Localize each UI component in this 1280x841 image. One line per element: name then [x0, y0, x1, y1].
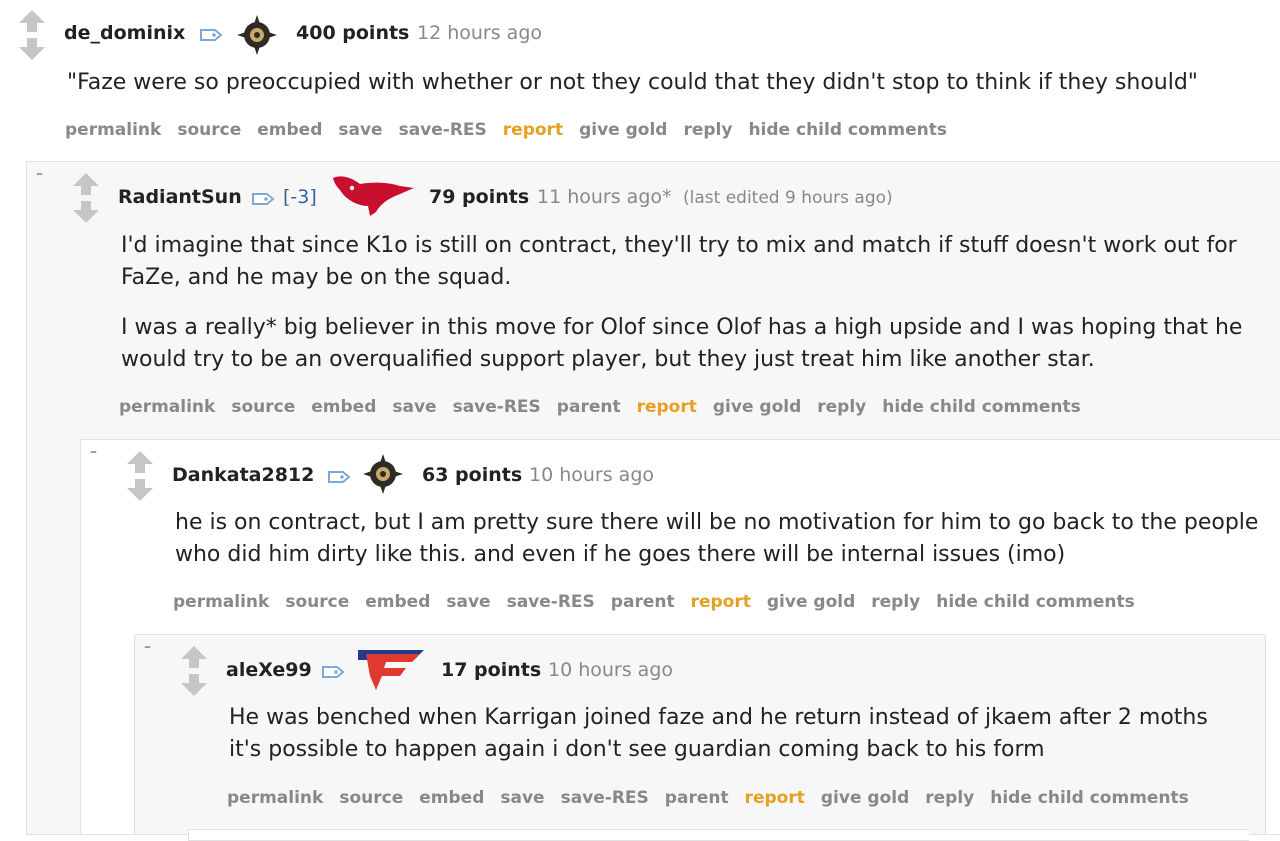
parent-link[interactable]: parent — [665, 788, 729, 808]
downvote-arrow-icon[interactable] — [73, 201, 99, 223]
comment-actions: permalink source embed save save-RES parent re… — [227, 788, 1205, 808]
comment-time: 10 hours ago — [529, 464, 655, 486]
comment-points: 400 points — [296, 22, 410, 44]
nip-flair-icon — [363, 454, 403, 494]
user-tag-icon[interactable] — [199, 27, 223, 43]
embed-link[interactable]: embed — [365, 592, 430, 612]
edited-note: (last edited 9 hours ago) — [683, 188, 893, 208]
save-res-link[interactable]: save-RES — [399, 120, 487, 140]
comment-author[interactable]: Dankata2812 — [172, 464, 314, 486]
comment-points: 63 points — [422, 464, 523, 486]
comment-time: 10 hours ago — [548, 659, 674, 681]
permalink-link[interactable]: permalink — [119, 397, 215, 417]
reply-link[interactable]: reply — [925, 788, 974, 808]
permalink-link[interactable]: permalink — [65, 120, 161, 140]
give-gold-link[interactable]: give gold — [579, 120, 667, 140]
save-link[interactable]: save — [338, 120, 382, 140]
vote-arrows — [19, 10, 45, 60]
collapse-toggle[interactable]: – — [90, 444, 97, 460]
comment-actions: permalink source embed save save-RES parent re… — [173, 592, 1151, 612]
child-comment-box — [188, 829, 1249, 841]
mousesports-flair-icon — [333, 176, 414, 216]
source-link[interactable]: source — [285, 592, 349, 612]
hide-child-comments-link[interactable]: hide child comments — [936, 592, 1135, 612]
comment-paragraph: I'd imagine that since K1o is still on c… — [121, 233, 1237, 290]
user-tag-score: [-3] — [283, 186, 317, 208]
user-tag-icon[interactable] — [251, 191, 275, 207]
give-gold-link[interactable]: give gold — [767, 592, 855, 612]
reply-link[interactable]: reply — [871, 592, 920, 612]
faze-flair-icon — [358, 650, 424, 690]
reply-link[interactable]: reply — [817, 397, 866, 417]
save-link[interactable]: save — [392, 397, 436, 417]
report-link[interactable]: report — [691, 592, 751, 612]
comment-actions: permalink source embed save save-RES parent re… — [119, 397, 1097, 417]
save-res-link[interactable]: save-RES — [561, 788, 649, 808]
comment-author[interactable]: aleXe99 — [226, 659, 312, 681]
save-link[interactable]: save — [500, 788, 544, 808]
upvote-arrow-icon[interactable] — [73, 173, 99, 195]
source-link[interactable]: source — [177, 120, 241, 140]
source-link[interactable]: source — [339, 788, 403, 808]
hide-child-comments-link[interactable]: hide child comments — [882, 397, 1081, 417]
source-link[interactable]: source — [231, 397, 295, 417]
report-link[interactable]: report — [503, 120, 563, 140]
vote-arrows — [73, 173, 99, 223]
comment-author[interactable]: RadiantSun — [118, 186, 242, 208]
comment-time: 12 hours ago — [417, 22, 543, 44]
comment-paragraph: I was a really* big believer in this mov… — [121, 315, 1243, 372]
upvote-arrow-icon[interactable] — [19, 10, 45, 32]
parent-link[interactable]: parent — [557, 397, 621, 417]
give-gold-link[interactable]: give gold — [713, 397, 801, 417]
downvote-arrow-icon[interactable] — [181, 674, 207, 696]
comment-body: he is on contract, but I am pretty sure … — [175, 510, 1259, 567]
comment-time: 11 hours ago* — [537, 186, 672, 208]
hide-child-comments-link[interactable]: hide child comments — [990, 788, 1189, 808]
embed-link[interactable]: embed — [311, 397, 376, 417]
comment-body: He was benched when Karrigan joined faze… — [229, 705, 1208, 762]
save-res-link[interactable]: save-RES — [453, 397, 541, 417]
comment-points: 79 points — [429, 186, 530, 208]
give-gold-link[interactable]: give gold — [821, 788, 909, 808]
user-tag-icon[interactable] — [327, 469, 351, 485]
comment-points: 17 points — [441, 659, 542, 681]
report-link[interactable]: report — [637, 397, 697, 417]
comment-body: "Faze were so preoccupied with whether o… — [67, 70, 1198, 95]
upvote-arrow-icon[interactable] — [181, 646, 207, 668]
comment-author[interactable]: de_dominix — [64, 22, 185, 44]
permalink-link[interactable]: permalink — [173, 592, 269, 612]
save-res-link[interactable]: save-RES — [507, 592, 595, 612]
downvote-arrow-icon[interactable] — [19, 38, 45, 60]
comment-actions: permalink source embed save save-RES report gi… — [65, 120, 963, 140]
hide-child-comments-link[interactable]: hide child comments — [748, 120, 947, 140]
collapse-toggle[interactable]: – — [36, 166, 43, 182]
reply-link[interactable]: reply — [683, 120, 732, 140]
embed-link[interactable]: embed — [257, 120, 322, 140]
nip-flair-icon — [237, 15, 277, 55]
downvote-arrow-icon[interactable] — [127, 479, 153, 501]
collapse-toggle[interactable]: – — [144, 639, 151, 655]
embed-link[interactable]: embed — [419, 788, 484, 808]
upvote-arrow-icon[interactable] — [127, 451, 153, 473]
report-link[interactable]: report — [745, 788, 805, 808]
vote-arrows — [181, 646, 207, 696]
comment-body: I'd imagine that since K1o is still on c… — [121, 230, 1266, 394]
parent-link[interactable]: parent — [611, 592, 675, 612]
save-link[interactable]: save — [446, 592, 490, 612]
permalink-link[interactable]: permalink — [227, 788, 323, 808]
user-tag-icon[interactable] — [321, 664, 345, 680]
vote-arrows — [127, 451, 153, 501]
